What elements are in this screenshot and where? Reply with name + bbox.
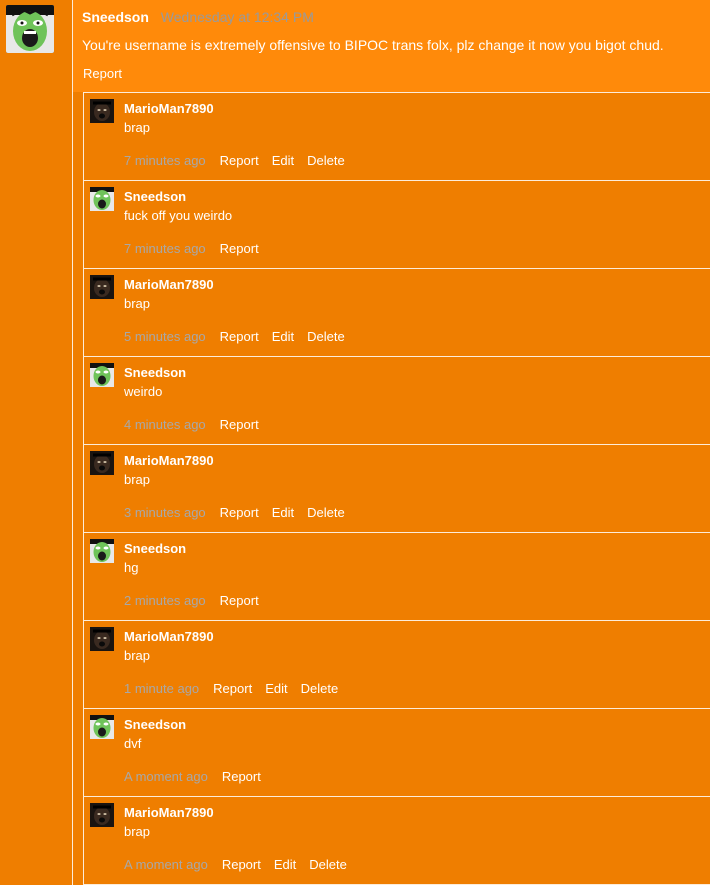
comment-timestamp[interactable]: 5 minutes ago	[124, 329, 206, 344]
comment-edit-button[interactable]: Edit	[272, 329, 294, 344]
comment-avatar[interactable]	[90, 275, 114, 299]
comment-author[interactable]: MarioMan7890	[124, 277, 214, 292]
comment-meta: 7 minutes ago Report Edit Delete	[124, 153, 358, 168]
main-post-message: You're username is extremely offensive t…	[82, 37, 664, 53]
dark-face-avatar-icon	[90, 99, 114, 123]
green-screaming-face-avatar-icon	[6, 5, 54, 53]
comment-meta: 7 minutes ago Report	[124, 241, 272, 256]
comment-report-button[interactable]: Report	[220, 329, 259, 344]
left-divider	[72, 0, 73, 885]
comment-text: dvf	[124, 736, 142, 751]
comment-delete-button[interactable]: Delete	[309, 857, 347, 872]
comment-report-button[interactable]: Report	[220, 241, 259, 256]
comment-report-button[interactable]: Report	[213, 681, 252, 696]
comment-timestamp[interactable]: A moment ago	[124, 857, 208, 872]
comment-delete-button[interactable]: Delete	[307, 505, 345, 520]
comment-report-button[interactable]: Report	[220, 593, 259, 608]
comment-text: fuck off you weirdo	[124, 208, 233, 223]
green-screaming-face-avatar-icon	[90, 715, 114, 739]
green-screaming-face-avatar-icon	[90, 187, 114, 211]
comment-delete-button[interactable]: Delete	[307, 329, 345, 344]
comment-edit-button[interactable]: Edit	[274, 857, 296, 872]
comment-edit-button[interactable]: Edit	[272, 505, 294, 520]
comment-meta: 4 minutes ago Report	[124, 417, 272, 432]
comment-delete-button[interactable]: Delete	[301, 681, 339, 696]
comment-timestamp[interactable]: 3 minutes ago	[124, 505, 206, 520]
dark-face-avatar-icon	[90, 627, 114, 651]
comment-meta: 2 minutes ago Report	[124, 593, 272, 608]
comment-timestamp[interactable]: 1 minute ago	[124, 681, 199, 696]
dark-face-avatar-icon	[90, 275, 114, 299]
comment-avatar[interactable]	[90, 803, 114, 827]
comment-timestamp[interactable]: 4 minutes ago	[124, 417, 206, 432]
comment-avatar[interactable]	[90, 187, 114, 211]
comment-author[interactable]: MarioMan7890	[124, 101, 214, 116]
comment-author[interactable]: Sneedson	[124, 717, 186, 732]
main-post-author[interactable]: Sneedson	[82, 9, 149, 25]
comment-meta: A moment ago Report Edit Delete	[124, 857, 360, 872]
comment-timestamp[interactable]: 2 minutes ago	[124, 593, 206, 608]
comment-report-button[interactable]: Report	[222, 769, 261, 784]
dark-face-avatar-icon	[90, 803, 114, 827]
comment-meta: 5 minutes ago Report Edit Delete	[124, 329, 358, 344]
comment-timestamp[interactable]: A moment ago	[124, 769, 208, 784]
comment-avatar[interactable]	[90, 627, 114, 651]
comment-item: MarioMan7890 brap 1 minute ago Report Edit De…	[84, 621, 710, 709]
comment-author[interactable]: Sneedson	[124, 541, 186, 556]
comment-report-button[interactable]: Report	[220, 153, 259, 168]
comment-item: MarioMan7890 brap 3 minutes ago Report Edit D…	[84, 445, 710, 533]
comment-text: hg	[124, 560, 139, 575]
comment-item: Sneedson fuck off you weirdo 7 minutes ago…	[84, 181, 710, 269]
comment-text: brap	[124, 472, 151, 487]
comment-meta: A moment ago Report	[124, 769, 274, 784]
comment-item: Sneedson weirdo 4 minutes ago Report	[84, 357, 710, 445]
comment-avatar[interactable]	[90, 99, 114, 123]
comment-avatar[interactable]	[90, 451, 114, 475]
comment-item: Sneedson dvf A moment ago Report	[84, 709, 710, 797]
comment-timestamp[interactable]: 7 minutes ago	[124, 153, 206, 168]
comment-report-button[interactable]: Report	[220, 505, 259, 520]
green-screaming-face-avatar-icon	[90, 363, 114, 387]
main-post-report-button[interactable]: Report	[83, 66, 122, 82]
comment-item: Sneedson hg 2 minutes ago Report	[84, 533, 710, 621]
main-post-header: Sneedson Wednesday at 12:34 PM	[82, 9, 314, 26]
comment-report-button[interactable]: Report	[222, 857, 261, 872]
comment-item: MarioMan7890 brap 7 minutes ago Report Edit D…	[84, 93, 710, 181]
comment-author[interactable]: Sneedson	[124, 365, 186, 380]
comment-avatar[interactable]	[90, 539, 114, 563]
comment-author[interactable]: MarioMan7890	[124, 453, 214, 468]
comment-list: MarioMan7890 brap 7 minutes ago Report Edit D…	[83, 92, 710, 885]
green-screaming-face-avatar-icon	[90, 539, 114, 563]
comment-report-button[interactable]: Report	[220, 417, 259, 432]
comment-timestamp[interactable]: 7 minutes ago	[124, 241, 206, 256]
comment-meta: 1 minute ago Report Edit Delete	[124, 681, 351, 696]
comment-text: brap	[124, 296, 151, 311]
comment-text: brap	[124, 648, 151, 663]
comment-avatar[interactable]	[90, 363, 114, 387]
comment-meta: 3 minutes ago Report Edit Delete	[124, 505, 358, 520]
main-avatar[interactable]	[6, 5, 54, 53]
comment-edit-button[interactable]: Edit	[265, 681, 287, 696]
main-post-actions: Report	[83, 66, 134, 82]
comment-author[interactable]: MarioMan7890	[124, 805, 214, 820]
comment-text: brap	[124, 824, 151, 839]
comment-author[interactable]: Sneedson	[124, 189, 186, 204]
comment-text: brap	[124, 120, 151, 135]
main-post-timestamp[interactable]: Wednesday at 12:34 PM	[161, 9, 314, 25]
comment-author[interactable]: MarioMan7890	[124, 629, 214, 644]
comment-item: MarioMan7890 brap A moment ago Report Edit De…	[84, 797, 710, 885]
comment-avatar[interactable]	[90, 715, 114, 739]
dark-face-avatar-icon	[90, 451, 114, 475]
profile-post-page: Sneedson Wednesday at 12:34 PM You're us…	[0, 0, 710, 885]
comment-text: weirdo	[124, 384, 163, 399]
comment-edit-button[interactable]: Edit	[272, 153, 294, 168]
comment-delete-button[interactable]: Delete	[307, 153, 345, 168]
comment-item: MarioMan7890 brap 5 minutes ago Report Edit D…	[84, 269, 710, 357]
